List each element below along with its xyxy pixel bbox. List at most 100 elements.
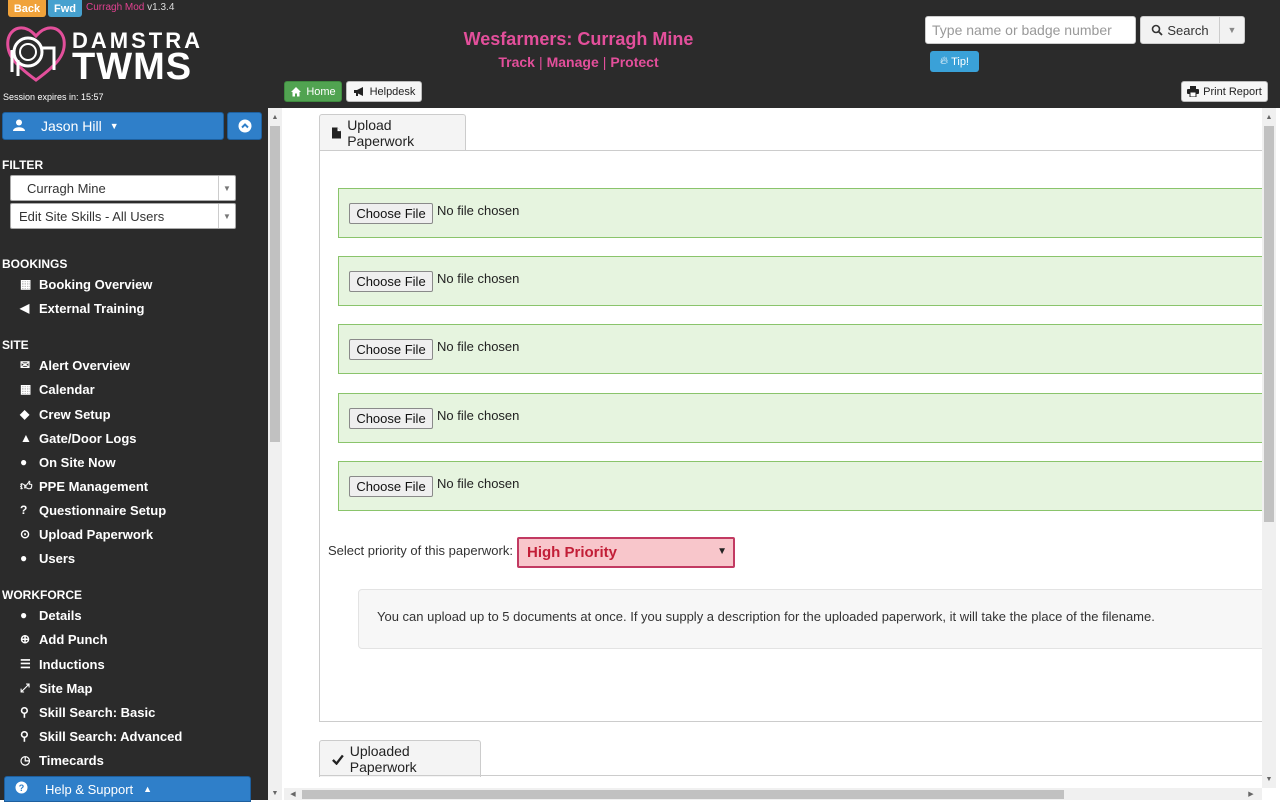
select-arrow-icon: ▼ <box>218 204 235 228</box>
main-content: Upload Paperwork Choose File No file cho… <box>284 108 1262 788</box>
sidebar-item-booking-overview[interactable]: ▦ Booking Overview <box>20 274 152 294</box>
view-filter-value: Edit Site Skills - All Users <box>19 208 165 224</box>
sidebar-item-timecards[interactable]: ◷ Timecards <box>20 750 104 770</box>
tab-uploaded-paperwork-label: Uploaded Paperwork <box>349 743 417 775</box>
sidebar-toggle-button[interactable] <box>227 112 262 140</box>
tip-button[interactable]: 🔥︎ Tip! <box>930 51 979 72</box>
search-input[interactable]: Type name or badge number <box>925 16 1136 44</box>
scroll-down-icon[interactable]: ▼ <box>1262 772 1276 786</box>
user-menu-button[interactable]: Jason Hill ▼ <box>2 112 224 140</box>
sidebar-item-label: Booking Overview <box>39 276 153 292</box>
calendar-icon: ▦ <box>20 277 32 291</box>
printer-icon <box>1187 86 1200 97</box>
scroll-left-icon[interactable]: ◀ <box>286 787 300 801</box>
clock-icon: ◷ <box>20 753 31 767</box>
sidebar-item-add-punch[interactable]: ⊕ Add Punch <box>20 629 108 649</box>
user-icon: ● <box>20 608 28 622</box>
protect-link[interactable]: Protect <box>610 54 658 70</box>
bookings-title: BOOKINGS <box>2 257 68 271</box>
filter-title: FILTER <box>2 158 44 172</box>
priority-select[interactable]: High Priority ▼ <box>517 537 735 568</box>
sidebar-item-skill-search-advanced[interactable]: ⚲ Skill Search: Advanced <box>20 726 182 746</box>
sidebar-item-label: Calendar <box>39 381 95 397</box>
help-support-label: Help & Support <box>45 781 134 797</box>
track-link[interactable]: Track <box>498 54 535 70</box>
sidebar-item-external-training[interactable]: ◀︎ External Training <box>20 298 144 318</box>
mod-label: Curragh Mod v1.3.4 <box>86 2 174 13</box>
helpdesk-button[interactable]: Helpdesk <box>346 81 422 102</box>
sidebar: Jason Hill ▼ FILTER Curragh Mine ▼ Edit … <box>0 108 268 802</box>
site-title-section: SITE <box>2 338 29 352</box>
sidebar-item-inductions[interactable]: ☰ Inductions <box>20 654 105 674</box>
sidebar-scroll-thumb[interactable] <box>270 126 280 442</box>
megaphone-icon: ◀︎ <box>20 301 30 315</box>
scroll-up-icon[interactable]: ▲ <box>268 110 282 124</box>
main-scroll-thumb[interactable] <box>1264 126 1274 522</box>
sidebar-item-calendar[interactable]: ▦ Calendar <box>20 379 95 399</box>
tab-upload-paperwork[interactable]: Upload Paperwork <box>319 114 466 151</box>
choose-file-button[interactable]: Choose File <box>349 339 433 360</box>
check-icon <box>332 754 344 765</box>
info-box: You can upload up to 5 documents at once… <box>358 589 1262 649</box>
sidebar-item-label: Add Punch <box>39 631 108 647</box>
sidebar-item-alert-overview[interactable]: ✉︎ Alert Overview <box>20 355 130 375</box>
home-button-label: Home <box>306 85 336 98</box>
sidebar-item-skill-search-basic[interactable]: ⚲ Skill Search: Basic <box>20 702 155 722</box>
zoom-in-icon: ⚲ <box>20 729 29 743</box>
sidebar-item-label: External Training <box>39 300 145 316</box>
file-icon <box>332 127 342 139</box>
sidebar-item-label: Alert Overview <box>39 357 131 373</box>
sidebar-scrollbar[interactable]: ▲ ▼ <box>268 108 282 800</box>
home-button[interactable]: Home <box>284 81 342 102</box>
sidebar-item-gate-door-logs[interactable]: ▲ Gate/Door Logs <box>20 428 137 448</box>
sidebar-item-label: Crew Setup <box>39 406 111 422</box>
scroll-up-icon[interactable]: ▲ <box>1262 110 1276 124</box>
select-arrow-icon: ▼ <box>717 546 727 557</box>
horizontal-scrollbar[interactable]: ◀ ▶ <box>284 788 1262 800</box>
flame-icon: 🔥︎ <box>939 55 949 67</box>
tab-uploaded-paperwork[interactable]: Uploaded Paperwork <box>319 740 481 777</box>
forward-button[interactable]: Fwd <box>48 0 82 17</box>
sidebar-item-details[interactable]: ● Details <box>20 605 82 625</box>
print-report-button[interactable]: Print Report <box>1181 81 1268 102</box>
sidebar-item-on-site-now[interactable]: ● On Site Now <box>20 452 116 472</box>
sidebar-item-crew-setup[interactable]: ◆ Crew Setup <box>20 404 111 424</box>
help-support-button[interactable]: ? Help & Support ▲ <box>4 776 251 802</box>
search-options-dropdown[interactable]: ▼ <box>1220 16 1245 44</box>
top-links: Track | Manage | Protect <box>498 54 659 70</box>
main-scrollbar[interactable]: ▲ ▼ <box>1262 108 1276 788</box>
choose-file-button[interactable]: Choose File <box>349 271 433 292</box>
search-button[interactable]: Search <box>1140 16 1220 44</box>
sidebar-item-label: Upload Paperwork <box>39 526 154 542</box>
scroll-right-icon[interactable]: ▶ <box>1244 787 1258 801</box>
back-button[interactable]: Back <box>8 0 46 17</box>
search-button-label: Search <box>1167 22 1209 38</box>
file-status: No file chosen <box>437 408 520 423</box>
calendar-icon: ▦ <box>20 382 32 396</box>
mod-version: v1.3.4 <box>147 2 175 13</box>
choose-file-button[interactable]: Choose File <box>349 476 433 497</box>
site-filter-select[interactable]: Curragh Mine ▼ <box>10 175 236 201</box>
file-status: No file chosen <box>437 271 520 286</box>
search-icon: ⚲ <box>20 705 29 719</box>
upload-panel: Choose File No file chosen Choose File N… <box>319 150 1262 722</box>
choose-file-button[interactable]: Choose File <box>349 408 433 429</box>
list-icon: ☰ <box>20 657 31 671</box>
horizontal-scroll-thumb[interactable] <box>302 790 1064 799</box>
envelope-icon: ✉︎ <box>20 358 31 372</box>
scroll-down-icon[interactable]: ▼ <box>268 786 282 800</box>
file-upload-row: Choose File No file chosen <box>338 461 1262 511</box>
sidebar-item-label: Users <box>39 550 76 566</box>
damstra-logo[interactable]: DAMSTRA TWMS <box>4 20 204 90</box>
sidebar-item-upload-paperwork[interactable]: ⊙ Upload Paperwork <box>20 524 153 544</box>
priority-value: High Priority <box>527 544 618 561</box>
choose-file-button[interactable]: Choose File <box>349 203 433 224</box>
manage-link[interactable]: Manage <box>547 54 599 70</box>
view-filter-select[interactable]: Edit Site Skills - All Users ▼ <box>10 203 236 229</box>
app-header: Back Fwd Curragh Mod v1.3.4 DAMSTRA TWMS… <box>0 0 1280 108</box>
sidebar-item-questionnaire-setup[interactable]: ? Questionnaire Setup <box>20 500 166 520</box>
select-arrow-icon: ▼ <box>218 176 235 200</box>
sidebar-item-users[interactable]: ● Users <box>20 548 75 568</box>
sidebar-item-site-map[interactable]: ⤢ Site Map <box>20 678 92 698</box>
sidebar-item-ppe-management[interactable]: 👍︎ PPE Management <box>20 476 148 496</box>
